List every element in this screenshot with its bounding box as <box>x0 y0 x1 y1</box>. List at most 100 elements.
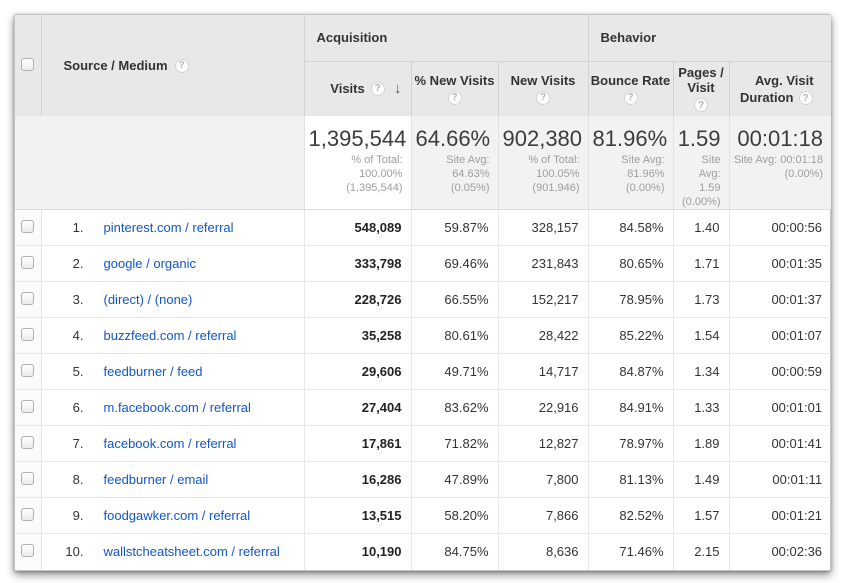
avg-visit-duration-cell: 00:01:21 <box>729 498 831 534</box>
column-header-pages-per-visit[interactable]: Pages / Visit ? <box>673 61 729 116</box>
source-medium-cell: 10. wallstcheatsheet.com / referral <box>41 534 304 570</box>
source-medium-link[interactable]: facebook.com / referral <box>104 436 237 451</box>
row-checkbox-cell <box>15 426 41 462</box>
source-medium-link[interactable]: m.facebook.com / referral <box>104 400 251 415</box>
source-medium-cell: 8. feedburner / email <box>41 462 304 498</box>
bounce-rate-cell: 82.52% <box>588 498 673 534</box>
pages-per-visit-cell: 1.49 <box>673 462 729 498</box>
source-medium-cell: 6. m.facebook.com / referral <box>41 390 304 426</box>
pct-new-visits-label: % New Visits <box>415 73 495 88</box>
bounce-rate-cell: 84.87% <box>588 354 673 390</box>
visits-cell: 35,258 <box>304 318 411 354</box>
summary-checkbox-spacer <box>15 116 41 210</box>
pages-per-visit-cell: 1.73 <box>673 282 729 318</box>
column-header-new-visits[interactable]: New Visits ? <box>498 61 588 116</box>
select-all-checkbox[interactable] <box>21 58 34 71</box>
pct-new-visits-cell: 59.87% <box>411 210 498 246</box>
row-checkbox[interactable] <box>21 508 34 521</box>
pages-per-visit-cell: 1.71 <box>673 246 729 282</box>
summary-new-visits: 902,380 % of Total: 100.05% (901,946) <box>498 116 588 210</box>
pages-per-visit-cell: 2.15 <box>673 534 729 570</box>
column-header-avg-visit-duration[interactable]: Avg. Visit Duration? <box>729 61 831 116</box>
new-visits-cell: 12,827 <box>498 426 588 462</box>
table-row: 10. wallstcheatsheet.com / referral 10,1… <box>15 534 831 570</box>
source-medium-cell: 1. pinterest.com / referral <box>41 210 304 246</box>
visits-cell: 228,726 <box>304 282 411 318</box>
help-icon[interactable]: ? <box>371 82 385 96</box>
summary-new-visits-note: % of Total: 100.05% (901,946) <box>503 153 580 195</box>
column-header-pct-new-visits[interactable]: % New Visits ? <box>411 61 498 116</box>
source-medium-link[interactable]: (direct) / (none) <box>104 292 193 307</box>
help-icon[interactable]: ? <box>448 91 462 105</box>
summary-bounce-rate: 81.96% Site Avg: 81.96% (0.00%) <box>588 116 673 210</box>
source-medium-cell: 9. foodgawker.com / referral <box>41 498 304 534</box>
visits-cell: 13,515 <box>304 498 411 534</box>
row-number: 8. <box>42 472 84 487</box>
row-checkbox[interactable] <box>21 400 34 413</box>
table-row: 6. m.facebook.com / referral 27,404 83.6… <box>15 390 831 426</box>
bounce-rate-cell: 84.58% <box>588 210 673 246</box>
source-medium-link[interactable]: feedburner / feed <box>104 364 203 379</box>
select-all-checkbox-cell <box>15 15 41 116</box>
source-medium-link[interactable]: google / organic <box>104 256 197 271</box>
table-row: 3. (direct) / (none) 228,726 66.55% 152,… <box>15 282 831 318</box>
avg-visit-duration-cell: 00:01:01 <box>729 390 831 426</box>
pages-per-visit-cell: 1.89 <box>673 426 729 462</box>
row-checkbox-cell <box>15 354 41 390</box>
avg-visit-duration-cell: 00:00:59 <box>729 354 831 390</box>
row-checkbox[interactable] <box>21 256 34 269</box>
pct-new-visits-cell: 80.61% <box>411 318 498 354</box>
help-icon[interactable]: ? <box>536 91 550 105</box>
source-medium-cell: 4. buzzfeed.com / referral <box>41 318 304 354</box>
group-header-row: Source / Medium ? Acquisition Behavior <box>15 15 831 61</box>
source-medium-link[interactable]: feedburner / email <box>104 472 209 487</box>
avg-visit-duration-cell: 00:01:11 <box>729 462 831 498</box>
help-icon[interactable]: ? <box>175 59 189 73</box>
row-checkbox[interactable] <box>21 544 34 557</box>
row-checkbox-cell <box>15 246 41 282</box>
source-medium-link[interactable]: wallstcheatsheet.com / referral <box>104 544 280 559</box>
row-checkbox-cell <box>15 498 41 534</box>
sort-descending-icon[interactable]: ↓ <box>394 80 402 97</box>
source-medium-link[interactable]: pinterest.com / referral <box>104 220 234 235</box>
pages-per-visit-cell: 1.34 <box>673 354 729 390</box>
pages-per-visit-cell: 1.40 <box>673 210 729 246</box>
help-icon[interactable]: ? <box>799 91 813 105</box>
table-row: 1. pinterest.com / referral 548,089 59.8… <box>15 210 831 246</box>
pct-new-visits-cell: 84.75% <box>411 534 498 570</box>
column-header-bounce-rate[interactable]: Bounce Rate ? <box>588 61 673 116</box>
bounce-rate-cell: 78.95% <box>588 282 673 318</box>
source-medium-link[interactable]: buzzfeed.com / referral <box>104 328 237 343</box>
row-checkbox-cell <box>15 282 41 318</box>
row-checkbox[interactable] <box>21 292 34 305</box>
bounce-rate-label: Bounce Rate <box>591 73 670 88</box>
pct-new-visits-cell: 66.55% <box>411 282 498 318</box>
row-checkbox[interactable] <box>21 220 34 233</box>
row-number: 5. <box>42 364 84 379</box>
source-medium-cell: 5. feedburner / feed <box>41 354 304 390</box>
column-header-visits[interactable]: Visits ? ↓ <box>304 61 411 116</box>
column-header-source-medium[interactable]: Source / Medium ? <box>41 15 304 116</box>
row-number: 10. <box>42 544 84 559</box>
new-visits-cell: 7,800 <box>498 462 588 498</box>
summary-avg-visit-duration: 00:01:18 Site Avg: 00:01:18 (0.00%) <box>729 116 831 210</box>
new-visits-cell: 28,422 <box>498 318 588 354</box>
source-medium-cell: 7. facebook.com / referral <box>41 426 304 462</box>
pct-new-visits-cell: 69.46% <box>411 246 498 282</box>
row-checkbox-cell <box>15 534 41 570</box>
bounce-rate-cell: 85.22% <box>588 318 673 354</box>
row-checkbox[interactable] <box>21 436 34 449</box>
visits-cell: 333,798 <box>304 246 411 282</box>
source-medium-link[interactable]: foodgawker.com / referral <box>104 508 251 523</box>
help-icon[interactable]: ? <box>694 98 708 112</box>
row-checkbox[interactable] <box>21 364 34 377</box>
summary-visits: 1,395,544 % of Total: 100.00% (1,395,544… <box>304 116 411 210</box>
row-checkbox[interactable] <box>21 472 34 485</box>
pct-new-visits-cell: 58.20% <box>411 498 498 534</box>
pages-per-visit-label: Pages / Visit <box>674 65 729 95</box>
help-icon[interactable]: ? <box>624 91 638 105</box>
visits-cell: 17,861 <box>304 426 411 462</box>
row-checkbox[interactable] <box>21 328 34 341</box>
row-checkbox-cell <box>15 318 41 354</box>
avg-visit-duration-cell: 00:01:37 <box>729 282 831 318</box>
